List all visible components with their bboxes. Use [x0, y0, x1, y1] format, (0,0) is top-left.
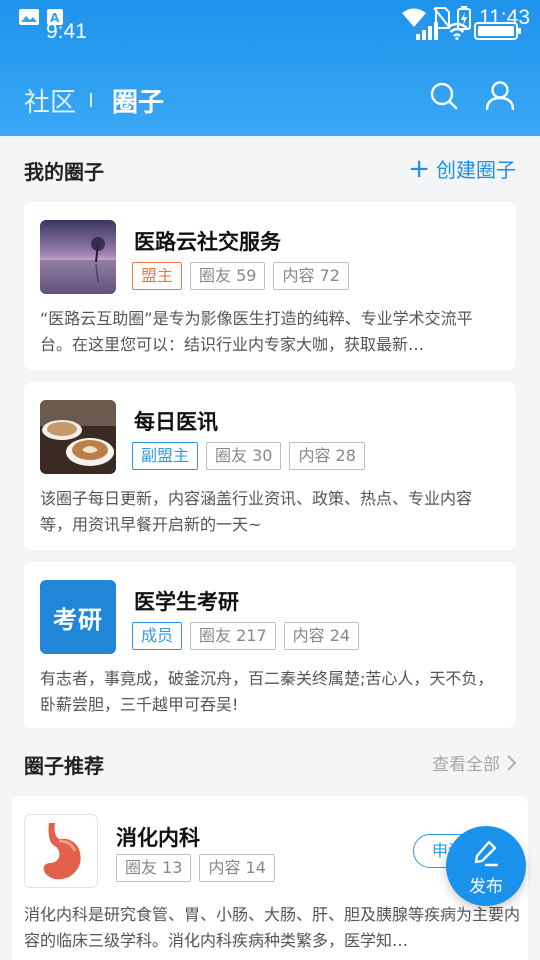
members-count: 圈友 13	[116, 854, 192, 882]
see-all-link[interactable]: 查看全部	[432, 750, 516, 775]
edit-pen-icon	[474, 840, 499, 867]
role-badge: 副盟主	[132, 442, 199, 470]
circle-tags: 盟主 圈友 59 内容 72	[132, 262, 349, 290]
circle-description: 消化内科是研究食管、胃、小肠、大肠、肝、胆及胰腺等疾病为主要内容的临床三级学科。…	[24, 905, 521, 950]
status-time-left: 9:41	[46, 20, 87, 43]
wifi-signal-icon	[446, 22, 468, 40]
tab-circle[interactable]: 圈子	[112, 82, 164, 119]
plus-icon: +	[408, 153, 430, 184]
top-nav: 社区 圈子	[0, 76, 540, 120]
circle-thumbnail-coffee	[40, 400, 116, 474]
publish-fab[interactable]: 发布	[446, 826, 526, 906]
circle-name: 消化内科	[116, 826, 200, 850]
thumbnail-text: 考研	[40, 580, 116, 654]
circle-thumbnail-kaoyan: 考研	[40, 580, 116, 654]
user-icon[interactable]	[484, 80, 516, 112]
circle-tags: 副盟主 圈友 30 内容 28	[132, 442, 365, 470]
tab-divider	[90, 93, 92, 107]
content-count: 内容 14	[199, 854, 275, 882]
signal-icon	[416, 22, 438, 40]
tab-community[interactable]: 社区	[24, 82, 76, 119]
content-count: 内容 28	[289, 442, 365, 470]
circle-description: 该圈子每日更新，内容涵盖行业资讯、政策、热点、专业内容等，用资讯早餐开启新的一天…	[40, 489, 473, 534]
see-all-label: 查看全部	[432, 755, 500, 775]
my-circles-title: 我的圈子	[24, 160, 104, 184]
status-row2	[416, 22, 522, 40]
create-circle-label: 创建圈子	[436, 158, 516, 182]
recommend-title: 圈子推荐	[24, 754, 104, 778]
members-count: 圈友 217	[190, 622, 276, 650]
circle-tags: 成员 圈友 217 内容 24	[132, 622, 360, 650]
content-count: 内容 24	[283, 622, 360, 650]
members-count: 圈友 59	[190, 262, 266, 290]
search-icon[interactable]	[428, 80, 460, 112]
app-header: A 9:41 11:43 社区 圈子	[0, 0, 540, 136]
status-bar: A 9:41 11:43	[0, 0, 540, 44]
create-circle-button[interactable]: + 创建圈子	[408, 154, 516, 183]
circle-card[interactable]: 考研 医学生考研 成员 圈友 217 内容 24 有志者，事竟成，破釜沉舟，百二…	[24, 562, 516, 728]
circle-card[interactable]: 医路云社交服务 盟主 圈友 59 内容 72 “医路云互助圈”是专为影像医生打造…	[24, 202, 516, 370]
circle-thumbnail-lake	[40, 220, 116, 294]
circle-tags: 圈友 13 内容 14	[116, 854, 275, 882]
circle-card[interactable]: 每日医讯 副盟主 圈友 30 内容 28 该圈子每日更新，内容涵盖行业资讯、政策…	[24, 382, 516, 550]
publish-label: 发布	[469, 877, 503, 897]
role-badge: 成员	[132, 622, 183, 650]
gallery-icon	[19, 9, 39, 25]
role-badge: 盟主	[132, 262, 183, 290]
battery-icon	[474, 22, 521, 40]
circle-name: 医路云社交服务	[134, 230, 281, 254]
circle-name: 医学生考研	[134, 590, 239, 614]
circle-description: “医路云互助圈”是专为影像医生打造的纯粹、专业学术交流平台。在这里您可以：结识行…	[40, 309, 473, 354]
content-count: 内容 72	[273, 262, 349, 290]
circle-description: 有志者，事竟成，破釜沉舟，百二秦关终属楚;苦心人，天不负，卧薪尝胆，三千越甲可吞…	[40, 669, 494, 714]
chevron-right-icon	[507, 754, 516, 771]
circle-name: 每日医讯	[134, 410, 218, 434]
circle-thumbnail-stomach	[24, 814, 98, 888]
members-count: 圈友 30	[206, 442, 282, 470]
